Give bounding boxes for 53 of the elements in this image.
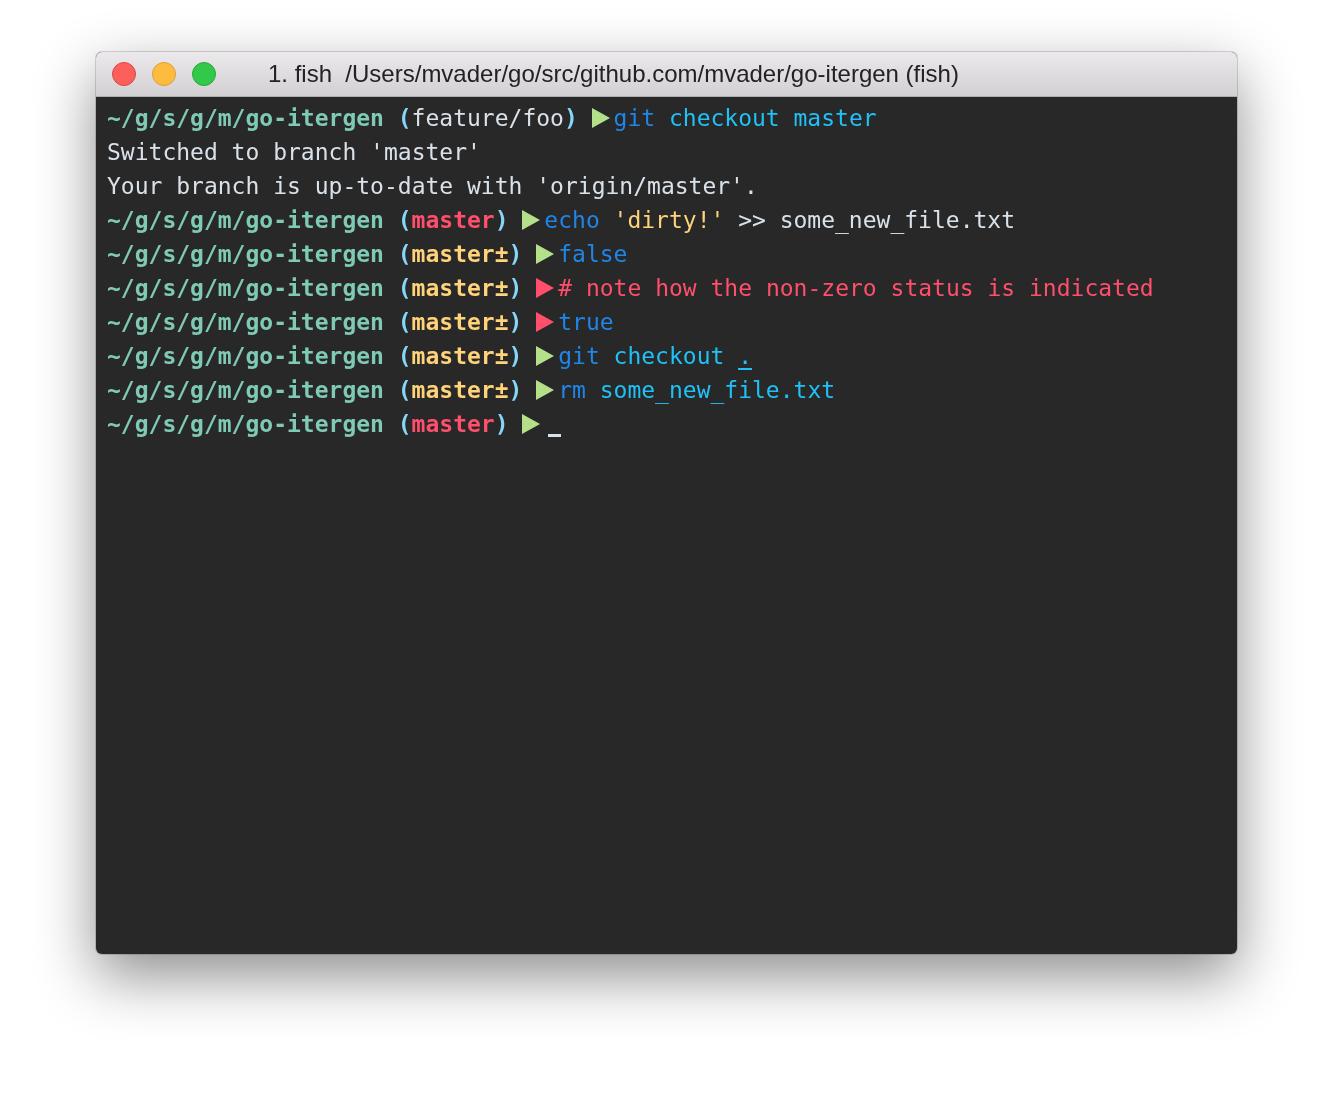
prompt-path: ~/g/s/g/m/go-itergen xyxy=(107,309,384,335)
paren: ) xyxy=(494,207,509,233)
window-title: 1. fish /Users/mvader/go/src/github.com/mvader/go-itergen (fish) xyxy=(268,60,959,88)
prompt-path: ~/g/s/g/m/go-itergen xyxy=(107,207,384,233)
paren: ( xyxy=(397,309,412,335)
paren: ) xyxy=(494,411,509,437)
command-argument: checkout xyxy=(668,105,780,131)
git-branch: master± xyxy=(411,309,509,335)
close-button[interactable] xyxy=(112,62,136,86)
git-branch: master± xyxy=(411,275,509,301)
output-line: Switched to branch 'master' xyxy=(107,139,481,165)
comment-text: # note how the non-zero status is indicated xyxy=(558,275,1154,301)
command-argument: master xyxy=(793,105,877,131)
paren: ( xyxy=(397,207,412,233)
git-branch: feature/foo xyxy=(411,105,564,131)
output-line: Your branch is up-to-date with 'origin/master'. xyxy=(107,173,758,199)
paren: ) xyxy=(508,343,523,369)
paren: ( xyxy=(397,241,412,267)
git-branch: master xyxy=(411,411,495,437)
paren: ( xyxy=(397,377,412,403)
prompt-path: ~/g/s/g/m/go-itergen xyxy=(107,105,384,131)
string-argument: 'dirty!' xyxy=(613,207,725,233)
paren: ( xyxy=(397,411,412,437)
command-name: echo xyxy=(544,207,600,233)
paren: ) xyxy=(563,105,578,131)
command-argument: checkout xyxy=(613,343,725,369)
command-name: git xyxy=(613,105,656,131)
command-name: true xyxy=(558,309,614,335)
git-branch: master± xyxy=(411,377,509,403)
command-name: git xyxy=(558,343,600,369)
prompt-path: ~/g/s/g/m/go-itergen xyxy=(107,377,384,403)
git-branch: master xyxy=(411,207,495,233)
paren: ) xyxy=(508,275,523,301)
paren: ) xyxy=(508,241,523,267)
command-name: rm xyxy=(558,377,586,403)
command-argument: some_new_file.txt xyxy=(599,377,836,403)
command-name: false xyxy=(558,241,628,267)
paren: ) xyxy=(508,309,523,335)
prompt-path: ~/g/s/g/m/go-itergen xyxy=(107,275,384,301)
paren: ) xyxy=(508,377,523,403)
command-text: some_new_file.txt xyxy=(779,207,1016,233)
git-branch: master± xyxy=(411,343,509,369)
paren: ( xyxy=(397,275,412,301)
prompt-path: ~/g/s/g/m/go-itergen xyxy=(107,241,384,267)
minimize-button[interactable] xyxy=(152,62,176,86)
path-argument: . xyxy=(738,343,752,369)
paren: ( xyxy=(397,343,412,369)
paren: ( xyxy=(397,105,412,131)
command-text: >> xyxy=(738,207,766,233)
git-branch: master± xyxy=(411,241,509,267)
prompt-path: ~/g/s/g/m/go-itergen xyxy=(107,411,384,437)
prompt-path: ~/g/s/g/m/go-itergen xyxy=(107,343,384,369)
zoom-button[interactable] xyxy=(192,62,216,86)
